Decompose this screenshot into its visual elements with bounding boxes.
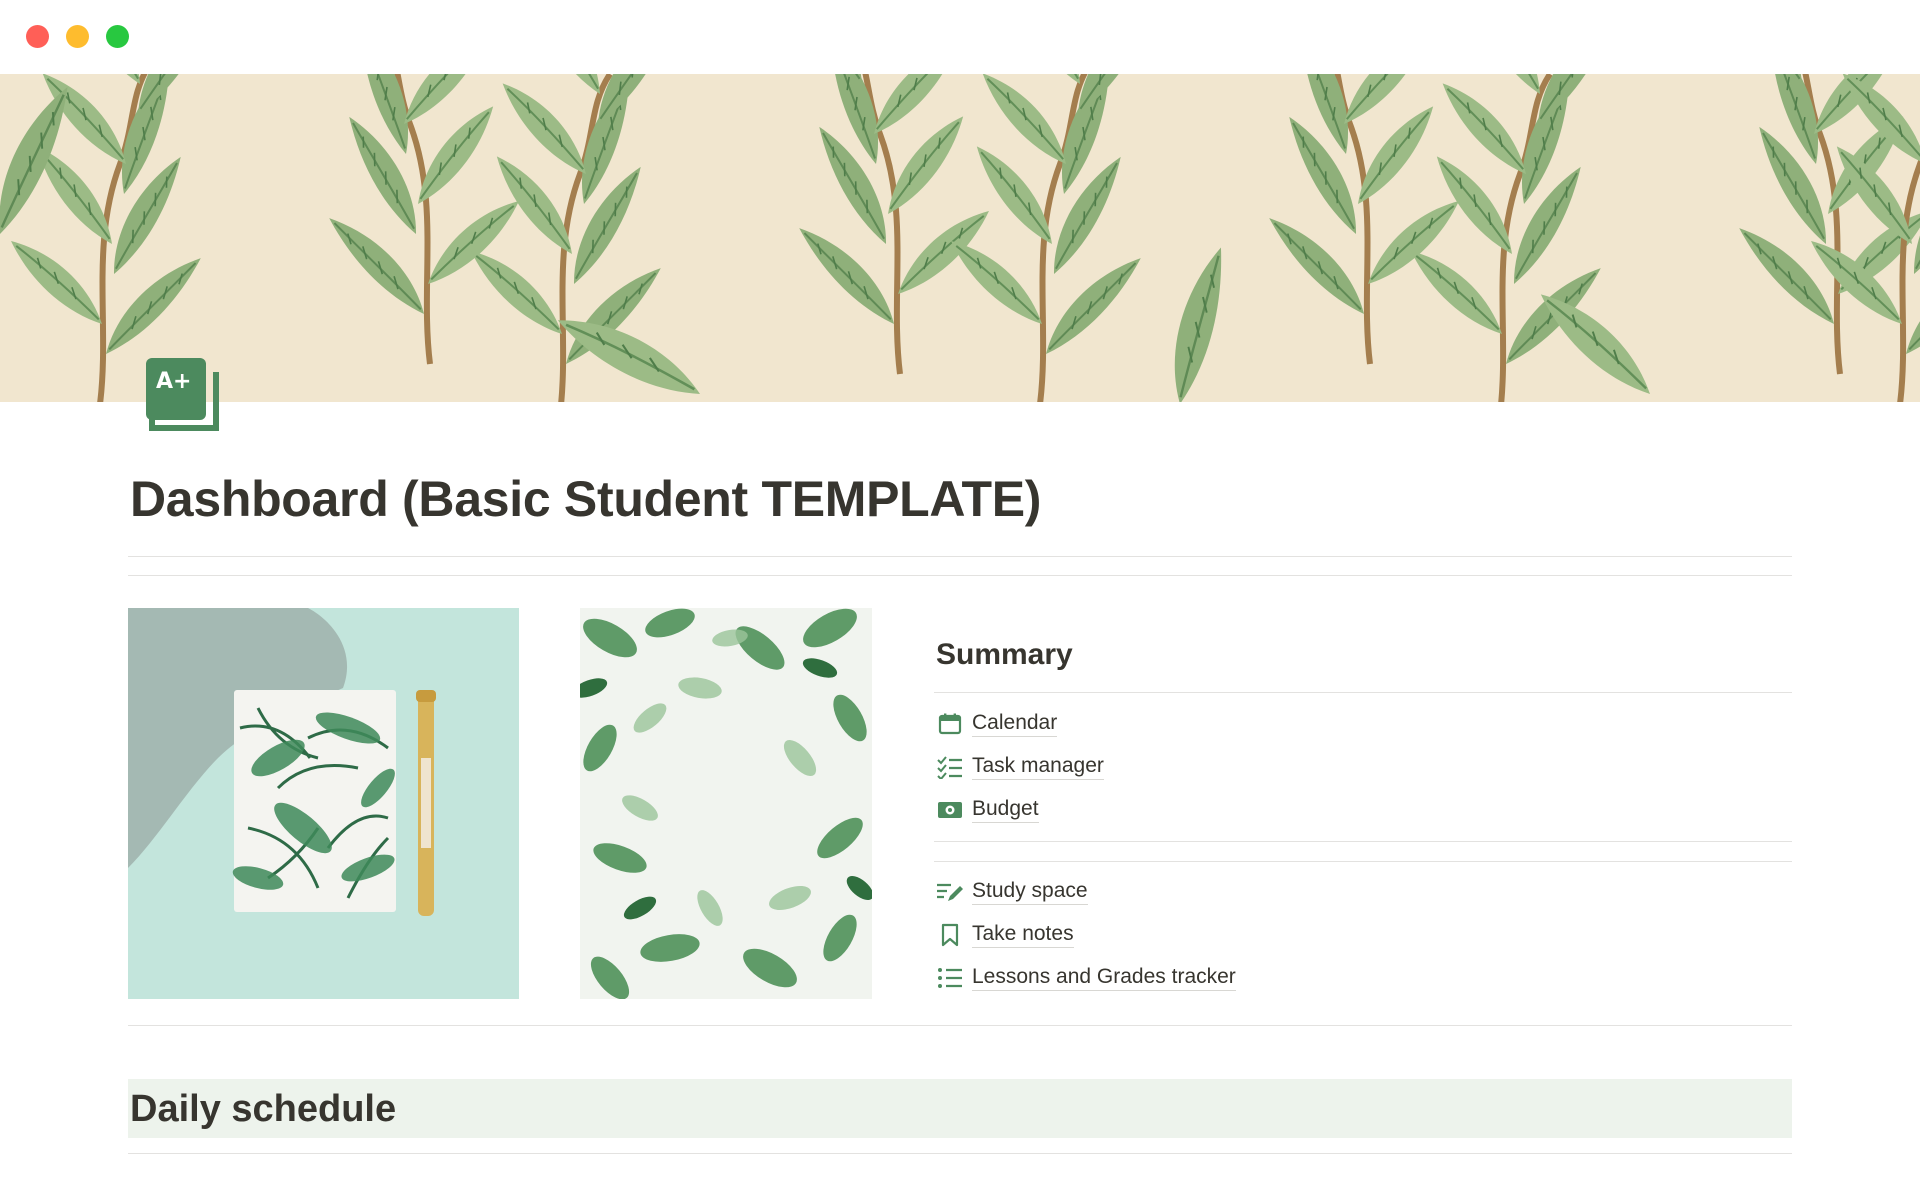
divider — [934, 692, 1792, 693]
daily-schedule-heading-block[interactable]: Daily schedule — [128, 1079, 1792, 1138]
minimize-window-button[interactable] — [66, 25, 89, 48]
notebook-pen-image[interactable] — [128, 608, 519, 999]
take-notes-link-label: Take notes — [972, 921, 1074, 948]
study-space-link-label: Study space — [972, 878, 1088, 905]
divider — [128, 1153, 1792, 1154]
divider — [934, 841, 1792, 842]
summary-links-group-2: Study space Take notes Lessons and Grade… — [936, 870, 1236, 999]
study-space-link[interactable]: Study space — [936, 870, 1236, 913]
summary-heading: Summary — [936, 638, 1073, 671]
divider — [128, 1025, 1792, 1026]
task-manager-link-label: Task manager — [972, 753, 1104, 780]
calendar-icon — [936, 710, 964, 738]
divider — [128, 575, 1792, 576]
list-icon — [936, 964, 964, 992]
money-icon — [936, 796, 964, 824]
calendar-link[interactable]: Calendar — [936, 702, 1104, 745]
page-title[interactable]: Dashboard (Basic Student TEMPLATE) — [130, 470, 1041, 528]
task-manager-link[interactable]: Task manager — [936, 745, 1104, 788]
budget-link-label: Budget — [972, 796, 1039, 823]
budget-link[interactable]: Budget — [936, 788, 1104, 831]
checklist-icon — [936, 753, 964, 781]
divider — [934, 861, 1792, 862]
svg-text:A+: A+ — [156, 369, 191, 394]
lessons-grades-tracker-link-label: Lessons and Grades tracker — [972, 964, 1236, 991]
page-icon-a-plus-icon[interactable]: A+ — [146, 356, 222, 436]
leaf-pattern-illustration — [0, 74, 1920, 402]
window-titlebar — [0, 0, 1920, 74]
green-leaves-image[interactable] — [580, 608, 872, 999]
summary-links-group-1: Calendar Task manager Budget — [936, 702, 1104, 831]
lessons-grades-tracker-link[interactable]: Lessons and Grades tracker — [936, 956, 1236, 999]
divider — [128, 556, 1792, 557]
edit-list-icon — [936, 878, 964, 906]
close-window-button[interactable] — [26, 25, 49, 48]
maximize-window-button[interactable] — [106, 25, 129, 48]
calendar-link-label: Calendar — [972, 710, 1058, 737]
daily-schedule-heading: Daily schedule — [130, 1088, 397, 1130]
page-cover-image[interactable] — [0, 74, 1920, 402]
take-notes-link[interactable]: Take notes — [936, 913, 1236, 956]
bookmark-icon — [936, 921, 964, 949]
